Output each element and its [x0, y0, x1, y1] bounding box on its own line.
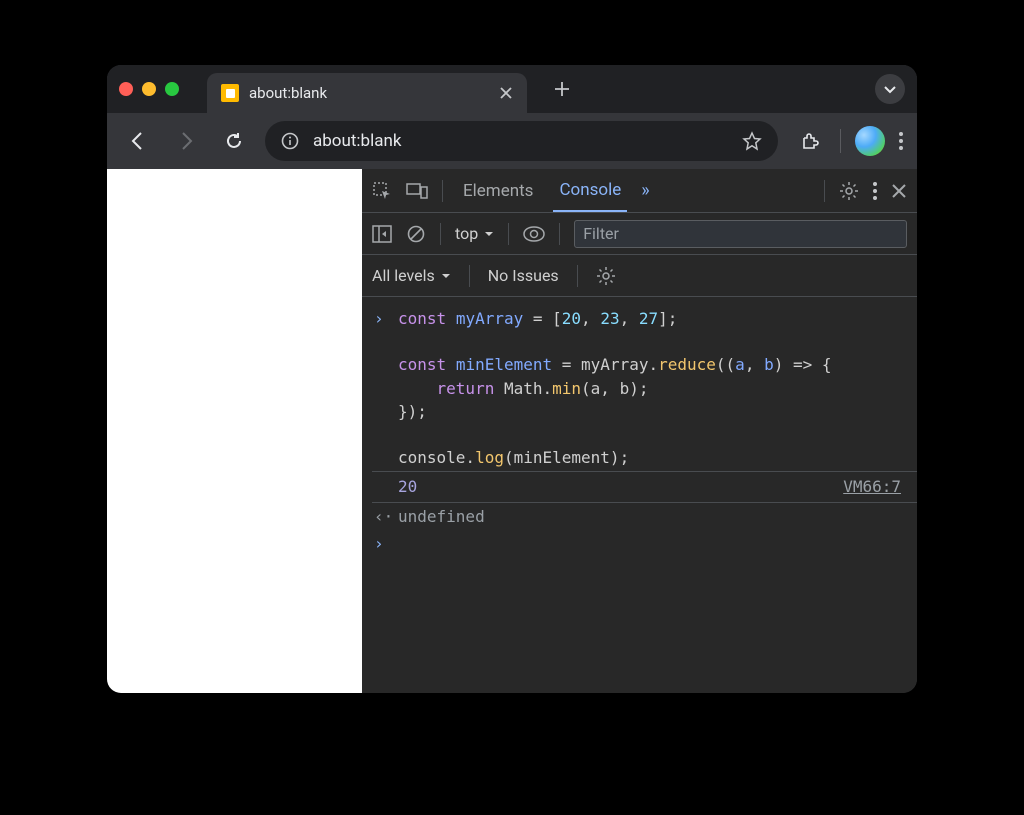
return-prompt-icon: ‹· — [374, 505, 388, 528]
log-levels-selector[interactable]: All levels — [372, 266, 451, 285]
console-log-row: 20 VM66:7 — [372, 471, 917, 502]
browser-tab[interactable]: about:blank — [207, 73, 527, 113]
extensions-button[interactable] — [792, 124, 826, 158]
browser-window: about:blank about:blank — [107, 65, 917, 693]
new-tab-button[interactable] — [553, 80, 571, 98]
separator — [559, 223, 560, 245]
inspect-element-icon[interactable] — [372, 181, 392, 201]
clear-console-icon[interactable] — [406, 224, 426, 244]
minimize-window-button[interactable] — [142, 82, 156, 96]
console-toolbar-2: All levels No Issues — [362, 255, 917, 297]
separator — [824, 180, 825, 202]
tab-bar: about:blank — [107, 65, 917, 113]
console-body[interactable]: › const myArray = [20, 23, 27]; const mi… — [362, 297, 917, 693]
back-button[interactable] — [121, 124, 155, 158]
browser-menu-button[interactable] — [899, 132, 903, 150]
separator — [469, 265, 470, 287]
bookmark-icon[interactable] — [742, 131, 762, 151]
console-code: const myArray = [20, 23, 27]; const minE… — [398, 307, 832, 469]
toggle-sidebar-icon[interactable] — [372, 225, 392, 243]
separator — [442, 180, 443, 202]
tab-elements[interactable]: Elements — [457, 169, 539, 212]
console-prompt-row[interactable]: › — [372, 530, 917, 557]
device-toolbar-icon[interactable] — [406, 181, 428, 201]
log-source-link[interactable]: VM66:7 — [843, 475, 901, 498]
console-settings-icon[interactable] — [596, 266, 616, 286]
issues-label[interactable]: No Issues — [488, 266, 559, 285]
page-favicon — [221, 84, 239, 102]
console-toolbar: top Filter — [362, 213, 917, 255]
log-value: 20 — [398, 475, 417, 498]
close-devtools-icon[interactable] — [891, 183, 907, 199]
devtools-menu-button[interactable] — [873, 182, 877, 200]
console-return-row: ‹· undefined — [372, 503, 917, 530]
omnibox[interactable]: about:blank — [265, 121, 778, 161]
input-prompt-icon: › — [374, 532, 388, 555]
separator — [577, 265, 578, 287]
context-label: top — [455, 224, 478, 243]
levels-label: All levels — [372, 266, 435, 285]
tab-title: about:blank — [249, 84, 489, 102]
filter-input[interactable]: Filter — [574, 220, 907, 248]
separator — [840, 129, 841, 153]
context-selector[interactable]: top — [455, 224, 494, 243]
devtools-tabs: Elements Console » — [362, 169, 917, 213]
tab-console[interactable]: Console — [553, 169, 627, 212]
live-expression-icon[interactable] — [523, 226, 545, 242]
more-tabs-icon[interactable]: » — [641, 180, 646, 201]
page-viewport[interactable] — [107, 169, 362, 693]
forward-button[interactable] — [169, 124, 203, 158]
return-value: undefined — [398, 505, 485, 528]
close-window-button[interactable] — [119, 82, 133, 96]
settings-icon[interactable] — [839, 181, 859, 201]
reload-button[interactable] — [217, 124, 251, 158]
chevron-down-icon — [484, 229, 494, 239]
tab-search-button[interactable] — [875, 74, 905, 104]
input-prompt-icon: › — [374, 307, 388, 330]
console-input-row: › const myArray = [20, 23, 27]; const mi… — [372, 305, 917, 471]
filter-placeholder: Filter — [583, 224, 619, 243]
url-text: about:blank — [313, 131, 728, 151]
content-area: Elements Console » — [107, 169, 917, 693]
separator — [440, 223, 441, 245]
profile-avatar[interactable] — [855, 126, 885, 156]
close-tab-button[interactable] — [499, 86, 513, 100]
separator — [508, 223, 509, 245]
site-info-icon[interactable] — [281, 132, 299, 150]
maximize-window-button[interactable] — [165, 82, 179, 96]
chevron-down-icon — [441, 271, 451, 281]
devtools-panel: Elements Console » — [362, 169, 917, 693]
window-controls — [119, 82, 179, 96]
toolbar: about:blank — [107, 113, 917, 169]
